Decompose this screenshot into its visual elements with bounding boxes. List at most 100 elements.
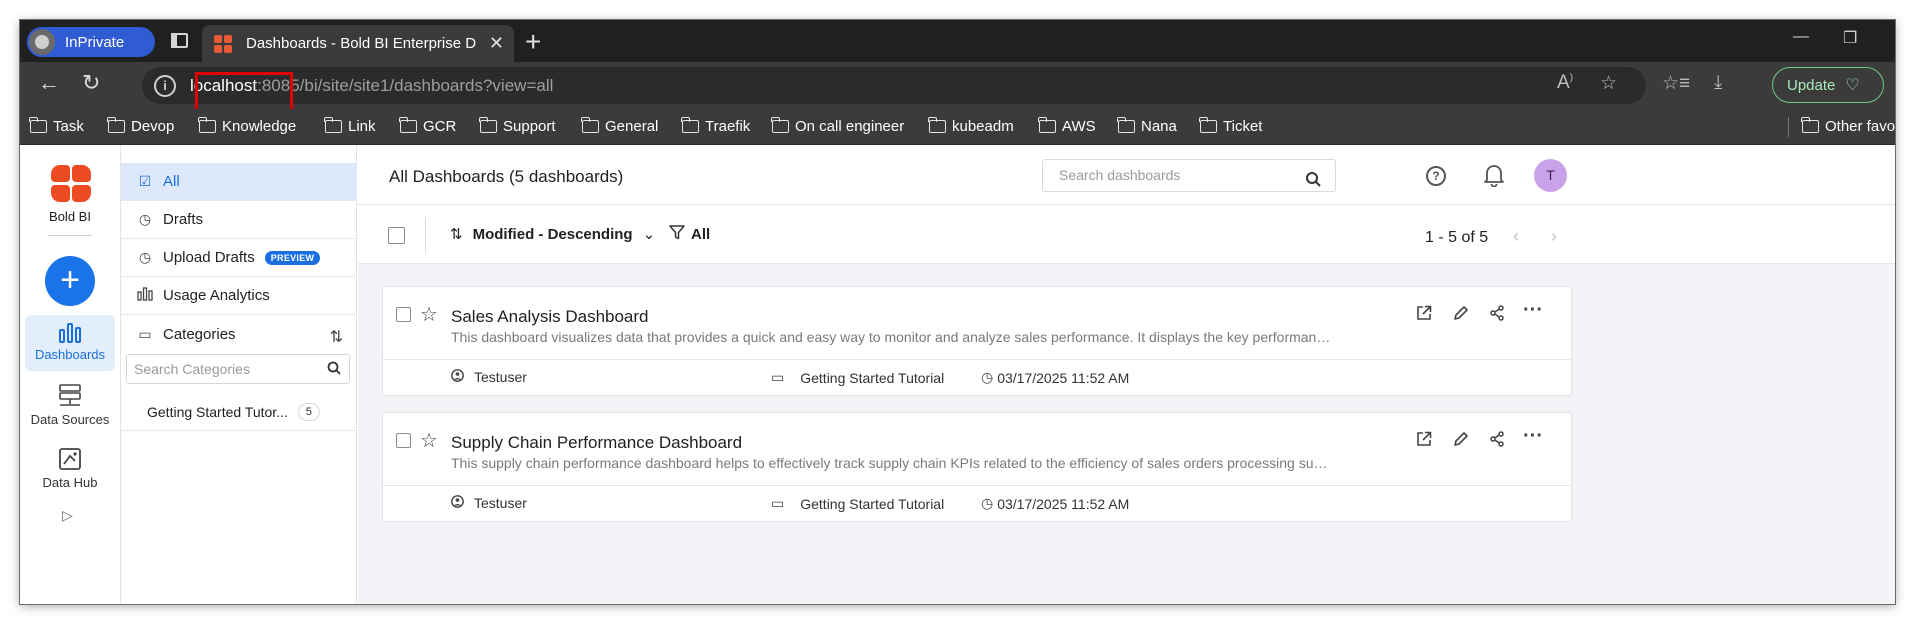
- dashboard-search-input[interactable]: Search dashboards: [1042, 159, 1336, 192]
- folder-icon: [198, 117, 216, 133]
- restore-icon[interactable]: ❐: [1843, 28, 1857, 48]
- category-search-input[interactable]: Search Categories: [126, 354, 350, 384]
- tab-title: Dashboards - Bold BI Enterprise D: [246, 35, 476, 52]
- more-nav-icon[interactable]: ▷: [62, 507, 73, 524]
- browser-health-icon: ♡: [1845, 77, 1860, 94]
- dashboard-category: ▭ Getting Started Tutorial: [771, 495, 944, 512]
- dashboard-title[interactable]: Sales Analysis Dashboard: [451, 307, 649, 327]
- sort-categories-icon[interactable]: ⇅: [330, 327, 343, 347]
- share-icon[interactable]: [1489, 305, 1505, 326]
- boldbi-favicon-icon: [214, 34, 232, 53]
- bookmark-label: Devop: [131, 118, 175, 135]
- share-icon[interactable]: [1489, 431, 1505, 452]
- open-external-icon[interactable]: [1416, 305, 1432, 326]
- bookmark-folder[interactable]: On call engineer: [771, 117, 905, 135]
- create-new-button[interactable]: +: [45, 256, 95, 306]
- new-tab-icon[interactable]: +: [525, 26, 541, 58]
- refresh-icon[interactable]: ↻: [82, 70, 100, 96]
- back-icon[interactable]: ←: [38, 70, 60, 96]
- sidebar-item-all[interactable]: ☑ All: [121, 163, 357, 201]
- search-icon[interactable]: [1305, 167, 1321, 198]
- folder-icon: [1801, 117, 1819, 133]
- dashboard-owner: Testuser: [451, 369, 527, 385]
- bookmark-folder[interactable]: General: [581, 117, 658, 135]
- list-toolbar: ⇅ Modified - Descending ⌄ All 1 - 5 of 5…: [358, 206, 1895, 264]
- sidebar-item-drafts[interactable]: ◷ Drafts: [121, 201, 357, 239]
- tab-actions-icon[interactable]: [168, 30, 192, 52]
- edit-pencil-icon[interactable]: [1453, 305, 1469, 326]
- bookmark-folder[interactable]: Nana: [1117, 117, 1177, 135]
- read-aloud-icon[interactable]: A): [1557, 72, 1573, 94]
- dashboard-modified: ◷ 03/17/2025 11:52 AM: [981, 495, 1129, 512]
- bookmark-folder[interactable]: Traefik: [681, 117, 750, 135]
- update-label: Update: [1787, 76, 1836, 94]
- bookmark-label: Nana: [1141, 118, 1177, 135]
- browser-tab-active[interactable]: Dashboards - Bold BI Enterprise D ✕: [202, 25, 514, 62]
- card-divider: [383, 485, 1571, 486]
- category-search-placeholder: Search Categories: [134, 361, 250, 377]
- filter-icon: [669, 225, 685, 244]
- close-tab-icon[interactable]: ✕: [489, 33, 504, 54]
- bookmark-divider: [1788, 117, 1789, 137]
- sort-dropdown[interactable]: ⇅ Modified - Descending ⌄: [450, 225, 655, 244]
- filter-dropdown[interactable]: All: [669, 225, 710, 244]
- favorite-star-icon[interactable]: ☆: [420, 428, 438, 453]
- dashboard-card[interactable]: ☆ Sales Analysis Dashboard This dashboar…: [382, 286, 1572, 396]
- datahub-icon: [25, 443, 115, 475]
- folder-icon: [399, 117, 417, 133]
- favorites-icon[interactable]: ☆≡: [1662, 72, 1690, 95]
- dashboard-modified: ◷ 03/17/2025 11:52 AM: [981, 369, 1129, 386]
- user-avatar[interactable]: T: [1534, 159, 1567, 192]
- bookmark-folder[interactable]: Support: [479, 117, 556, 135]
- address-bar[interactable]: i localhost:8085/bi/site/site1/dashboard…: [142, 67, 1646, 104]
- dashboard-card[interactable]: ☆ Supply Chain Performance Dashboard Thi…: [382, 412, 1572, 522]
- nav-item-data-sources[interactable]: Data Sources: [25, 380, 115, 436]
- bookmark-folder[interactable]: Knowledge: [198, 117, 297, 135]
- open-external-icon[interactable]: [1416, 431, 1432, 452]
- nav-item-dashboards[interactable]: Dashboards: [25, 315, 115, 371]
- bookmark-label: Knowledge: [222, 118, 297, 135]
- dashboard-category: ▭ Getting Started Tutorial: [771, 369, 944, 386]
- sidebar-item-usage-analytics[interactable]: Usage Analytics: [121, 277, 357, 315]
- dashboard-owner: Testuser: [451, 495, 527, 511]
- bookmark-folder[interactable]: Task: [29, 117, 84, 135]
- category-item[interactable]: Getting Started Tutor... 5: [121, 393, 357, 431]
- dashboard-select-checkbox[interactable]: [396, 307, 411, 322]
- bookmark-folder[interactable]: GCR: [399, 117, 456, 135]
- folder-icon: [107, 117, 125, 133]
- more-options-icon[interactable]: ···: [1523, 425, 1543, 448]
- dashboard-select-checkbox[interactable]: [396, 433, 411, 448]
- filter-label: All: [691, 226, 711, 243]
- other-favorites-folder[interactable]: Other favor: [1801, 117, 1895, 135]
- sidebar-item-categories[interactable]: ▭ Categories ⇅: [121, 315, 357, 353]
- favorite-star-icon[interactable]: ☆: [420, 302, 438, 327]
- inprivate-profile-button[interactable]: InPrivate: [27, 27, 155, 57]
- download-icon[interactable]: ⤓: [1714, 72, 1722, 94]
- next-page-icon[interactable]: ›: [1551, 226, 1557, 247]
- search-icon[interactable]: [327, 361, 341, 378]
- bookmark-folder[interactable]: kubeadm: [928, 117, 1014, 135]
- select-all-checkbox[interactable]: [388, 227, 405, 244]
- nav-item-data-hub[interactable]: Data Hub: [25, 443, 115, 499]
- more-options-icon[interactable]: ···: [1523, 299, 1543, 322]
- bookmark-label: On call engineer: [795, 118, 905, 135]
- bookmark-folder[interactable]: AWS: [1038, 117, 1096, 135]
- sidebar-item-label: Categories: [163, 325, 236, 343]
- bookmark-folder[interactable]: Ticket: [1199, 117, 1262, 135]
- page-title: All Dashboards (5 dashboards): [389, 167, 624, 186]
- prev-page-icon[interactable]: ‹: [1513, 226, 1519, 247]
- notification-bell-icon[interactable]: [1483, 163, 1505, 192]
- bookmark-folder[interactable]: Devop: [107, 117, 175, 135]
- sidebar-item-upload-drafts[interactable]: ◷ Upload Drafts PREVIEW: [121, 239, 357, 277]
- dashboard-title[interactable]: Supply Chain Performance Dashboard: [451, 433, 742, 453]
- edit-pencil-icon[interactable]: [1453, 431, 1469, 452]
- help-icon[interactable]: ?: [1426, 166, 1446, 186]
- bookmark-folder[interactable]: Link: [324, 117, 376, 135]
- left-nav-rail: Bold BI + Dashboards Data Sources Data H: [20, 145, 121, 604]
- site-info-icon[interactable]: i: [154, 74, 176, 97]
- minimize-icon[interactable]: —: [1793, 28, 1809, 46]
- boldbi-logo-icon[interactable]: [48, 163, 92, 203]
- update-button[interactable]: Update ♡: [1772, 67, 1884, 103]
- dashboard-description: This supply chain performance dashboard …: [451, 455, 1331, 471]
- favorite-star-icon[interactable]: ☆: [1600, 72, 1617, 95]
